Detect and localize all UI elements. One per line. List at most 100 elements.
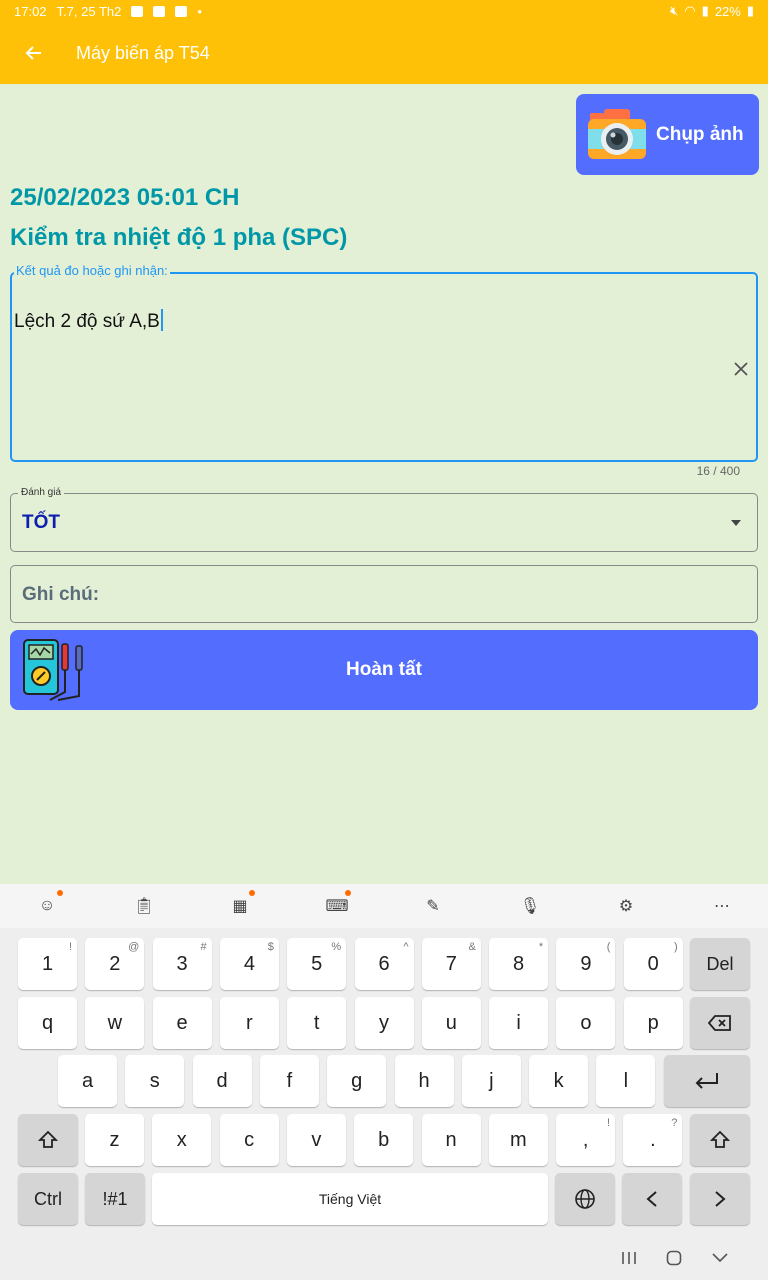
take-photo-button[interactable]: Chụp ảnh	[576, 94, 759, 175]
key-1-2[interactable]: e	[152, 997, 212, 1049]
chevron-left-icon	[646, 1191, 657, 1207]
key-secondary-label: )	[674, 941, 678, 953]
del-key[interactable]: Del	[690, 938, 750, 990]
ctrl-key[interactable]: Ctrl	[18, 1173, 78, 1225]
key-2-4[interactable]: g	[327, 1055, 387, 1107]
shift-right-key[interactable]	[690, 1114, 750, 1166]
key-2-8[interactable]: l	[596, 1055, 656, 1107]
key-label: s	[149, 1069, 160, 1092]
key-label: i	[516, 1011, 521, 1034]
key-3-3[interactable]: v	[286, 1114, 346, 1166]
key-1-5[interactable]: y	[354, 997, 414, 1049]
key-0-8[interactable]: 9(	[556, 938, 616, 990]
key-3-6[interactable]: m	[488, 1114, 548, 1166]
key-label: v	[311, 1128, 322, 1151]
key-secondary-label: !	[68, 941, 72, 953]
language-key[interactable]	[555, 1173, 615, 1225]
key-0-5[interactable]: 6 ^	[354, 938, 414, 990]
key-2-7[interactable]: k	[529, 1055, 589, 1107]
key-0-4[interactable]: 5%	[287, 938, 347, 990]
key-label: e	[176, 1011, 188, 1034]
key-1-4[interactable]: t	[287, 997, 347, 1049]
handwriting-icon[interactable]: ✎	[421, 894, 445, 918]
key-1-7[interactable]: i	[489, 997, 549, 1049]
complete-button[interactable]: Hoàn tất	[10, 630, 758, 710]
key-label: n	[445, 1128, 457, 1151]
key-2-6[interactable]: j	[461, 1055, 521, 1107]
key-label: 9	[580, 952, 592, 975]
settings-gear-icon[interactable]: ⚙	[614, 894, 638, 918]
key-2-3[interactable]: f	[259, 1055, 319, 1107]
key-label: 7	[445, 952, 457, 975]
key-secondary-label: &	[468, 941, 476, 953]
key-label: u	[445, 1011, 457, 1034]
task-title: Kiểm tra nhiệt độ 1 pha (SPC)	[10, 224, 348, 251]
space-key[interactable]: Tiếng Việt	[152, 1173, 548, 1225]
key-1-6[interactable]: u	[421, 997, 481, 1049]
page-title: Máy biến áp T54	[76, 42, 210, 63]
key-0-2[interactable]: 3 #	[152, 938, 212, 990]
keyboard-mode-icon[interactable]: ⌨	[325, 894, 349, 918]
back-arrow-icon[interactable]	[10, 29, 58, 77]
key-2-0[interactable]: a	[58, 1055, 117, 1107]
key-0-1[interactable]: 2 @	[85, 938, 145, 990]
key-0-9[interactable]: 0)	[623, 938, 683, 990]
clear-text-icon[interactable]	[728, 356, 754, 382]
cursor-left-key[interactable]	[622, 1173, 682, 1225]
more-notifications-dot: •	[197, 3, 202, 19]
key-1-9[interactable]: p	[623, 997, 683, 1049]
key-2-5[interactable]: h	[394, 1055, 454, 1107]
key-label: 0	[647, 952, 659, 975]
microphone-icon[interactable]: 🎙︎	[518, 894, 542, 918]
key-3-7[interactable]: ,!	[556, 1114, 616, 1166]
key-2-1[interactable]: s	[125, 1055, 185, 1107]
emoji-icon[interactable]: ☺	[35, 894, 59, 918]
key-label: 6	[378, 952, 390, 975]
cursor-right-key[interactable]	[690, 1173, 750, 1225]
key-label: g	[351, 1069, 363, 1092]
result-textarea[interactable]	[10, 272, 758, 462]
status-date: T.7, 25 Th2	[56, 3, 122, 19]
key-label: q	[41, 1011, 54, 1034]
key-label: x	[176, 1128, 187, 1151]
hide-keyboard-icon[interactable]	[705, 1246, 735, 1270]
key-secondary-label: ?	[671, 1117, 678, 1129]
recent-apps-icon[interactable]	[614, 1246, 644, 1270]
calculator-icon[interactable]: ▦	[228, 894, 252, 918]
key-label: p	[647, 1011, 659, 1034]
result-value-text: Lệch 2 độ sứ A,B	[14, 311, 160, 332]
rating-label: Đánh giá	[18, 487, 65, 498]
notes-input[interactable]	[10, 565, 758, 623]
key-3-0[interactable]: z	[85, 1114, 144, 1166]
notes-placeholder: Ghi chú:	[22, 584, 100, 605]
rating-select[interactable]	[10, 493, 758, 552]
key-2-2[interactable]: d	[192, 1055, 252, 1107]
camera-icon	[588, 108, 646, 159]
key-label: ,	[582, 1128, 589, 1151]
clipboard-icon[interactable]: 📋︎	[132, 894, 156, 918]
key-3-8[interactable]: .?	[623, 1114, 683, 1166]
enter-key[interactable]	[664, 1055, 750, 1107]
dropdown-arrow-icon[interactable]	[729, 517, 743, 529]
key-3-1[interactable]: x	[152, 1114, 212, 1166]
key-3-4[interactable]: b	[354, 1114, 414, 1166]
key-0-3[interactable]: 4 $	[219, 938, 279, 990]
signal-icon: ▮	[701, 3, 709, 18]
shift-left-key[interactable]	[18, 1114, 78, 1166]
key-1-0[interactable]: q	[18, 997, 77, 1049]
key-1-3[interactable]: r	[219, 997, 279, 1049]
key-3-2[interactable]: c	[219, 1114, 279, 1166]
backspace-key[interactable]	[690, 997, 750, 1049]
key-3-5[interactable]: n	[421, 1114, 481, 1166]
key-0-7[interactable]: 8 *	[489, 938, 549, 990]
calculator-badge	[249, 890, 255, 896]
home-icon[interactable]	[659, 1246, 689, 1270]
key-0-0[interactable]: 1!	[18, 938, 77, 990]
key-label: 2	[109, 952, 121, 975]
symbols-key[interactable]: !#1	[85, 1173, 145, 1225]
key-1-8[interactable]: o	[556, 997, 616, 1049]
more-options-icon[interactable]: ⋯	[710, 894, 734, 918]
key-label: .	[650, 1128, 656, 1151]
key-1-1[interactable]: w	[85, 997, 145, 1049]
key-0-6[interactable]: 7 &	[421, 938, 481, 990]
